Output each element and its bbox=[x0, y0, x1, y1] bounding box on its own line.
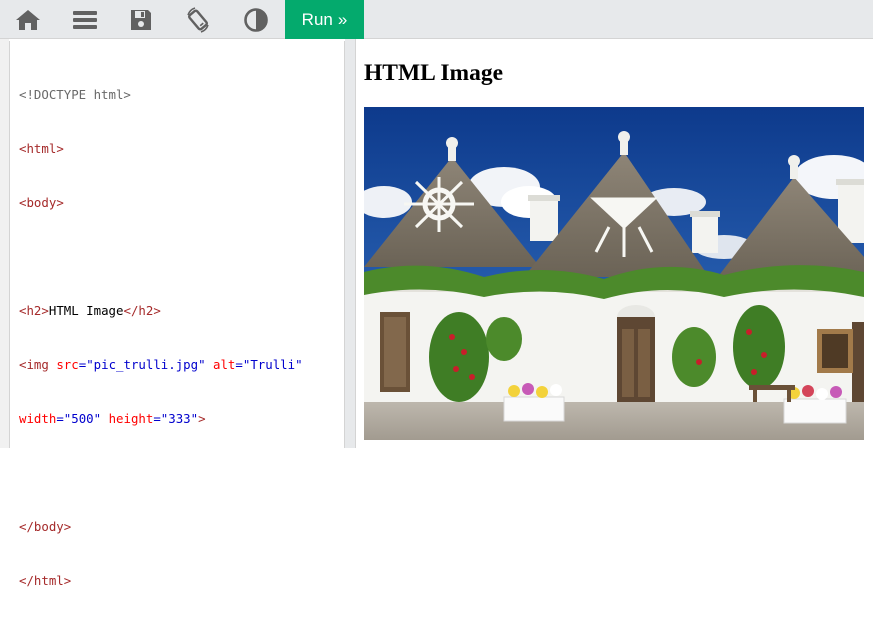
code-editor[interactable]: <!DOCTYPE html> <html> <body> <h2>HTML I… bbox=[9, 41, 345, 588]
code-line: width="500" height="333"> bbox=[19, 411, 206, 426]
home-icon bbox=[14, 8, 42, 32]
tag-name: /body bbox=[26, 519, 64, 534]
doctype: <!DOCTYPE html> bbox=[19, 87, 131, 102]
rotate-button[interactable] bbox=[170, 0, 226, 39]
attribute-value: "pic_trulli.jpg" bbox=[86, 357, 206, 372]
save-button[interactable] bbox=[113, 0, 169, 39]
tag-name: /html bbox=[26, 573, 64, 588]
attribute-name: src bbox=[56, 357, 79, 372]
run-button[interactable]: Run » bbox=[285, 0, 364, 39]
attribute-value: "Trulli" bbox=[242, 357, 303, 372]
code-line: <body> bbox=[19, 195, 64, 210]
attribute-name: height bbox=[108, 411, 154, 426]
rotate-icon bbox=[183, 5, 213, 35]
code-line: </body> bbox=[19, 519, 72, 534]
menu-icon bbox=[72, 9, 98, 31]
tag-name: /h2 bbox=[130, 303, 154, 318]
tag-name: h2 bbox=[26, 303, 42, 318]
code-line: </html> bbox=[19, 573, 72, 588]
attribute-value: "333" bbox=[160, 411, 199, 426]
chevron-right-icon: » bbox=[337, 9, 348, 29]
code-line: <img src="pic_trulli.jpg" alt="Trulli" bbox=[19, 357, 303, 372]
attribute-name: alt bbox=[213, 357, 236, 372]
text-content: HTML Image bbox=[48, 303, 124, 318]
theme-contrast-icon bbox=[243, 7, 269, 33]
menu-button[interactable] bbox=[57, 0, 113, 39]
run-label: Run bbox=[301, 9, 333, 29]
trulli-image bbox=[364, 107, 864, 440]
code-line: <h2>HTML Image</h2> bbox=[19, 303, 161, 318]
code-line: <!DOCTYPE html> bbox=[19, 86, 303, 104]
theme-button[interactable] bbox=[228, 0, 284, 39]
toolbar: Run » bbox=[0, 0, 873, 39]
editor-left-gutter bbox=[0, 39, 9, 448]
home-button[interactable] bbox=[0, 0, 56, 39]
tag-name: body bbox=[26, 195, 57, 210]
result-pane: HTML Image bbox=[356, 39, 873, 448]
result-heading: HTML Image bbox=[364, 60, 504, 86]
code-text[interactable]: <!DOCTYPE html> <html> <body> <h2>HTML I… bbox=[19, 50, 303, 626]
tag-name: img bbox=[26, 357, 49, 372]
attribute-name: width bbox=[19, 411, 57, 426]
pane-resize-divider[interactable] bbox=[345, 39, 356, 448]
code-line: <html> bbox=[19, 141, 64, 156]
save-icon bbox=[129, 8, 153, 32]
attribute-value: "500" bbox=[63, 411, 102, 426]
tag-name: html bbox=[26, 141, 57, 156]
